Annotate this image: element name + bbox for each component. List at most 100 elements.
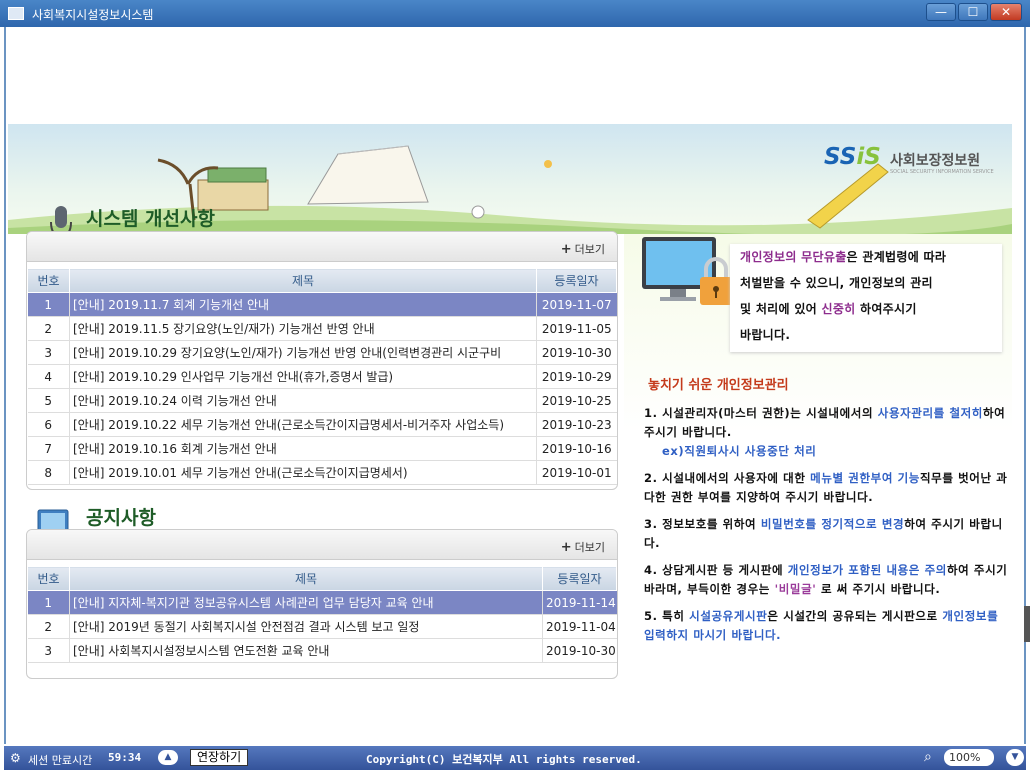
guide-text: 4. 상담게시판 등 게시판에 [644, 563, 788, 577]
row-no: 5 [27, 388, 70, 413]
table-row[interactable]: 7 [안내] 2019.10.16 회계 기능개선 안내 2019-10-16 [27, 436, 617, 461]
search-icon[interactable]: ⌕ [924, 749, 932, 765]
table-row[interactable]: 3 [안내] 사회복지시설정보시스템 연도전환 교육 안내 2019-10-30 [27, 638, 617, 663]
guide-item-4: 4. 상담게시판 등 게시판에 개인정보가 포함된 내용은 주의하여 주시기 바… [644, 561, 1010, 599]
row-date: 2019-10-23 [536, 412, 617, 437]
status-bar: ⚙ 세션 만료시간 59:34 ▲ 연장하기 Copyright(C) 보건복지… [4, 746, 1026, 770]
scroll-marker [1024, 606, 1030, 642]
row-no: 3 [27, 340, 70, 365]
maximize-icon: ☐ [967, 5, 979, 19]
table-row[interactable]: 5 [안내] 2019.10.24 이력 기능개선 안내 2019-10-25 [27, 388, 617, 413]
guide-highlight: 메뉴별 권한부여 기능 [810, 471, 920, 485]
row-no: 2 [27, 316, 70, 341]
table-row[interactable]: 2 [안내] 2019.11.5 장기요양(노인/재가) 기능개선 반영 안내 20… [27, 316, 617, 341]
row-date: 2019-11-07 [536, 292, 617, 317]
zoom-level[interactable]: 100% [944, 749, 994, 766]
chevron-down-icon[interactable]: ▼ [1006, 749, 1024, 766]
logo-letters-is: iS [856, 144, 881, 170]
row-title[interactable]: [안내] 2019.10.22 세무 기능개선 안내(근로소득간이지급명세서-비… [69, 412, 537, 437]
minimize-button[interactable]: — [926, 3, 956, 21]
guide-item-5: 5. 특히 시설공유게시판은 시설간의 공유되는 게시판으로 개인정보를 입력하… [644, 607, 1010, 645]
session-time: 59:34 [108, 751, 142, 764]
row-no: 4 [27, 364, 70, 389]
row-title[interactable]: [안내] 2019.11.7 회계 기능개선 안내 [69, 292, 537, 317]
more-label: 더보기 [574, 541, 605, 554]
guide-highlight: 개인정보가 포함된 내용은 주의 [787, 563, 947, 577]
row-title[interactable]: [안내] 사회복지시설정보시스템 연도전환 교육 안내 [69, 638, 543, 663]
row-date: 2019-10-25 [536, 388, 617, 413]
column-header-date: 등록일자 [542, 566, 617, 591]
guide-text: 2. 시설내에서의 사용자에 대한 [644, 471, 811, 485]
row-date: 2019-10-01 [536, 460, 617, 485]
guide-highlight: 비밀번호를 정기적으로 변경 [760, 517, 905, 531]
privacy-line-2: 처벌받을 수 있으니, 개인정보의 관리 [740, 276, 933, 290]
privacy-line-1: 개인정보의 무단유출은 관계법령에 따라 [730, 244, 1002, 270]
row-title[interactable]: [안내] 2019.11.5 장기요양(노인/재가) 기능개선 반영 안내 [69, 316, 537, 341]
guide-item-2: 2. 시설내에서의 사용자에 대한 메뉴별 권한부여 기능직무를 벗어난 과다한… [644, 469, 1010, 507]
table-row[interactable]: 1 [안내] 지자체-복지기관 정보공유시스템 사례관리 업무 담당자 교육 안내… [27, 590, 617, 615]
table-row[interactable]: 8 [안내] 2019.10.01 세무 기능개선 안내(근로소득간이지급명세서)… [27, 460, 617, 485]
gear-icon[interactable]: ⚙ [10, 751, 21, 765]
improvements-title: 시스템 개선사항 [86, 208, 215, 230]
table-row[interactable]: 4 [안내] 2019.10.29 인사업무 기능개선 안내(휴가,증명서 발급)… [27, 364, 617, 389]
guide-item-1: 1. 시설관리자(마스터 권한)는 시설내에서의 사용자관리를 철저히하여주시기… [644, 404, 1010, 461]
chevron-up-icon[interactable]: ▲ [158, 750, 178, 765]
row-date: 2019-11-05 [536, 316, 617, 341]
guide-text: 1. 시설관리자(마스터 권한)는 시설내에서의 [644, 406, 878, 420]
notices-title: 공지사항 [86, 507, 156, 529]
maximize-button[interactable]: ☐ [958, 3, 988, 21]
close-icon: ✕ [1000, 5, 1012, 19]
row-no: 7 [27, 436, 70, 461]
window-title: 사회복지시설정보시스템 [32, 8, 154, 22]
session-label: 세션 만료시간 [28, 754, 93, 767]
table-row[interactable]: 6 [안내] 2019.10.22 세무 기능개선 안내(근로소득간이지급명세서-… [27, 412, 617, 437]
privacy-guide-list: 1. 시설관리자(마스터 권한)는 시설내에서의 사용자관리를 철저히하여주시기… [644, 404, 1010, 653]
extend-session-button[interactable]: 연장하기 [190, 749, 249, 766]
minimize-icon: — [935, 5, 947, 19]
row-title[interactable]: [안내] 2019.10.24 이력 기능개선 안내 [69, 388, 537, 413]
row-title[interactable]: [안내] 2019.10.29 인사업무 기능개선 안내(휴가,증명서 발급) [69, 364, 537, 389]
privacy-line-3: 및 처리에 있어 신중히 하여주시기 [730, 296, 1002, 322]
guide-highlight: 사용자관리를 철저히 [877, 406, 983, 420]
table-row[interactable]: 3 [안내] 2019.10.29 장기요양(노인/재가) 기능개선 반영 안내(… [27, 340, 617, 365]
row-date: 2019-10-16 [536, 436, 617, 461]
guide-highlight: 시설공유게시판 [689, 609, 768, 623]
notices-table: 번호 제목 등록일자 1 [안내] 지자체-복지기관 정보공유시스템 사례관리 업… [27, 566, 617, 663]
notices-more-link[interactable]: + 더보기 [561, 539, 605, 555]
privacy-text: 은 관계법령에 따라 [846, 250, 947, 264]
copyright-text: Copyright(C) 보건복지부 All rights reserved. [366, 753, 642, 766]
row-title[interactable]: [안내] 2019.10.01 세무 기능개선 안내(근로소득간이지급명세서) [69, 460, 537, 485]
more-label: 더보기 [574, 243, 605, 256]
brand-subtitle: SOCIAL SECURITY INFORMATION SERVICE [890, 169, 994, 175]
table-row[interactable]: 2 [안내] 2019년 동절기 사회복지시설 안전점검 결과 시스템 보고 일정… [27, 614, 617, 639]
row-no: 8 [27, 460, 70, 485]
guide-text: 5. 특히 [644, 609, 690, 623]
row-date: 2019-10-30 [536, 340, 617, 365]
guide-title: 놓치기 쉬운 개인정보관리 [648, 378, 789, 393]
column-header-no: 번호 [27, 268, 70, 293]
row-no: 6 [27, 412, 70, 437]
row-no: 1 [27, 590, 70, 615]
table-row[interactable]: 1 [안내] 2019.11.7 회계 기능개선 안내 2019-11-07 [27, 292, 617, 317]
logo-letters-ss: SS [824, 144, 857, 170]
app-icon [8, 7, 24, 20]
row-no: 3 [27, 638, 70, 663]
row-date: 2019-11-04 [542, 614, 617, 639]
improvements-table: 번호 제목 등록일자 1 [안내] 2019.11.7 회계 기능개선 안내 201… [27, 268, 617, 485]
guide-text: 3. 정보보호를 위하여 [644, 517, 761, 531]
close-button[interactable]: ✕ [990, 3, 1022, 21]
improvements-more-link[interactable]: + 더보기 [561, 241, 605, 257]
row-title[interactable]: [안내] 지자체-복지기관 정보공유시스템 사례관리 업무 담당자 교육 안내 [69, 590, 543, 615]
brand-name: 사회보장정보원 [890, 153, 981, 169]
guide-text: 로 써 주기시 바랍니다. [816, 582, 941, 596]
column-header-title: 제목 [69, 268, 537, 293]
plus-icon: + [560, 242, 572, 257]
row-title[interactable]: [안내] 2019.10.29 장기요양(노인/재가) 기능개선 반영 안내(인… [69, 340, 537, 365]
row-date: 2019-10-30 [542, 638, 617, 663]
row-date: 2019-10-29 [536, 364, 617, 389]
row-title[interactable]: [안내] 2019.10.16 회계 기능개선 안내 [69, 436, 537, 461]
row-title[interactable]: [안내] 2019년 동절기 사회복지시설 안전점검 결과 시스템 보고 일정 [69, 614, 543, 639]
column-header-date: 등록일자 [536, 268, 617, 293]
privacy-highlight: 신중히 [821, 302, 856, 316]
column-header-title: 제목 [69, 566, 543, 591]
